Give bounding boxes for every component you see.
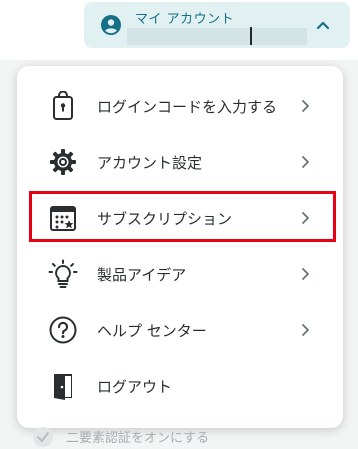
menu-item-label: サブスクリプション [97, 210, 233, 228]
menu-item-logout[interactable]: ログアウト [17, 361, 343, 411]
chevron-right-icon [302, 324, 309, 336]
menu-item-label: ログアウト [97, 378, 173, 396]
menu-item-label: ヘルプ センター [97, 322, 207, 340]
gear-icon [50, 149, 76, 175]
calendar-icon [50, 206, 76, 231]
menu-item-product-ideas[interactable]: 製品アイデア [17, 249, 343, 299]
check-icon [33, 427, 53, 447]
phone-lock-icon [53, 91, 73, 120]
two-factor-option[interactable]: 二要素認証をオンにする [30, 424, 350, 449]
lightbulb-icon [48, 259, 78, 288]
chevron-right-icon [302, 212, 309, 224]
account-dropdown-menu: ログインコードを入力する アカウント設定 サブスクリプション 製品アイデア ヘル… [17, 66, 343, 428]
two-factor-label: 二要素認証をオンにする [66, 431, 210, 446]
menu-item-subscription[interactable]: サブスクリプション [17, 193, 343, 243]
account-label: マイ アカウント [135, 12, 235, 27]
menu-item-help-center[interactable]: ヘルプ センター [17, 305, 343, 355]
question-circle-icon [49, 316, 77, 344]
chevron-right-icon [302, 100, 309, 112]
account-email-redacted [127, 28, 307, 45]
text-cursor [250, 27, 252, 45]
chevron-up-icon [316, 21, 330, 30]
menu-item-account-settings[interactable]: アカウント設定 [17, 137, 343, 187]
account-menu-button[interactable]: マイ アカウント [84, 2, 350, 48]
logout-door-icon [54, 374, 72, 400]
menu-item-label: アカウント設定 [97, 154, 203, 172]
chevron-right-icon [302, 268, 309, 280]
menu-item-label: ログインコードを入力する [97, 98, 278, 116]
chevron-right-icon [302, 156, 309, 168]
menu-item-login-code[interactable]: ログインコードを入力する [17, 81, 343, 131]
user-circle-icon [101, 15, 121, 35]
menu-item-label: 製品アイデア [97, 266, 187, 284]
